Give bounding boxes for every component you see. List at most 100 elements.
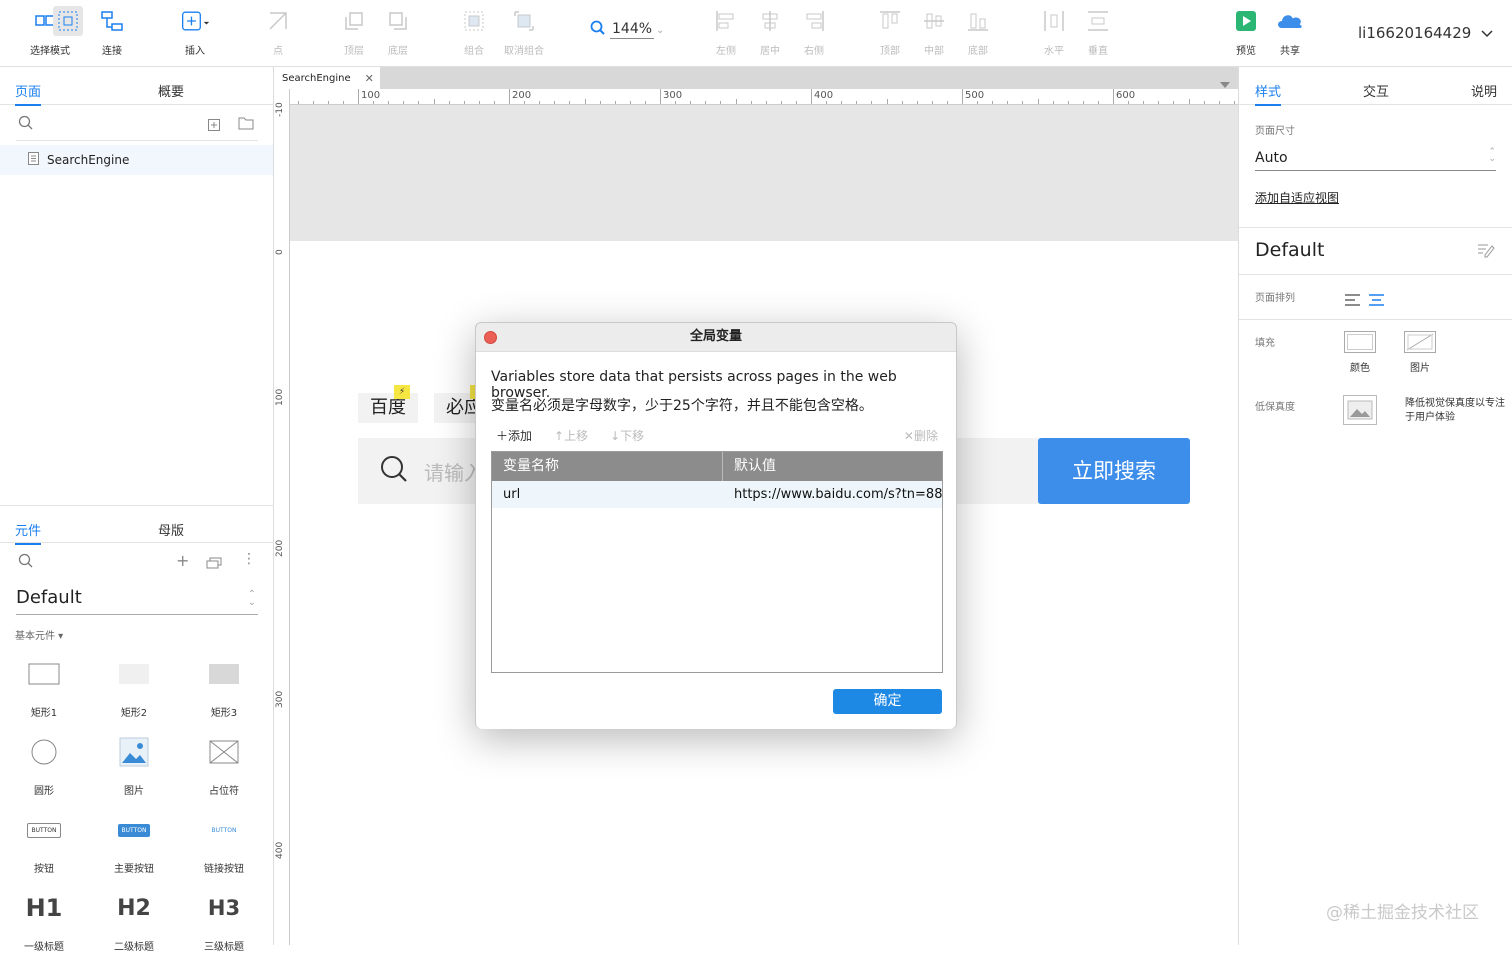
fill-image-button[interactable]: 图片 — [1403, 331, 1437, 374]
circle-icon — [9, 732, 79, 772]
ok-button[interactable]: 确定 — [833, 689, 942, 714]
align-right-button[interactable]: 右侧 — [784, 6, 844, 60]
close-icon[interactable]: ✕ — [365, 72, 374, 85]
insert-button[interactable]: 插入 — [165, 6, 225, 60]
fill-color-label: 颜色 — [1350, 363, 1370, 374]
point-button[interactable]: 点 — [248, 6, 308, 60]
variable-name-cell[interactable]: url — [492, 487, 723, 502]
align-center-icon[interactable] — [1369, 291, 1385, 310]
widget-link-button[interactable]: BUTTON 链接按钮 — [189, 810, 259, 876]
fill-label: 填充 — [1255, 338, 1275, 349]
add-library-icon[interactable]: + — [176, 551, 189, 570]
page-item-searchengine[interactable]: SearchEngine — [0, 145, 273, 175]
heading-3-icon: H3 — [207, 896, 241, 920]
align-right-icon — [799, 6, 829, 36]
page-item-label: SearchEngine — [47, 153, 130, 167]
pages-tabs: 页面 概要 — [0, 67, 274, 106]
widget-heading-3[interactable]: H3 三级标题 — [189, 888, 259, 953]
tab-style[interactable]: 样式 — [1255, 81, 1282, 106]
file-tab-searchengine[interactable]: SearchEngine ✕ — [274, 67, 380, 89]
library-select[interactable]: Default ⌃ ⌄ — [16, 587, 258, 615]
widget-rectangle-2[interactable]: 矩形2 — [99, 654, 169, 719]
tab-widgets[interactable]: 元件 — [15, 520, 42, 545]
add-page-icon[interactable] — [208, 116, 220, 135]
distribute-horizontal-label: 水平 — [1044, 46, 1064, 57]
widget-primary-button[interactable]: BUTTON 主要按钮 — [99, 810, 169, 875]
ruler-label: 400 — [814, 90, 834, 101]
divider — [1239, 319, 1512, 320]
right-panel: 样式 交互 说明 页面尺寸 Auto ⌃ ⌄ 添加自适应视图 Default 页面… — [1238, 67, 1512, 945]
align-left-icon — [711, 6, 741, 36]
horizontal-ruler[interactable]: 100 200 300 400 500 600 — [290, 89, 1238, 105]
share-button[interactable]: 共享 — [1260, 6, 1320, 60]
divider — [1239, 274, 1512, 275]
folder-icon[interactable] — [238, 115, 254, 134]
file-tab-label: SearchEngine — [282, 72, 351, 84]
ruler-label: 500 — [965, 90, 985, 101]
widget-label: 图片 — [124, 786, 144, 797]
ungroup-button[interactable]: 取消组合 — [494, 6, 554, 60]
delete-variable-label: 删除 — [913, 429, 938, 443]
library-stack-icon[interactable] — [206, 554, 222, 573]
align-top-icon — [875, 6, 905, 36]
align-center-icon — [755, 6, 785, 36]
style-name: Default — [1255, 239, 1325, 261]
widget-rectangle-1[interactable]: 矩形1 — [9, 654, 79, 719]
tab-notes[interactable]: 说明 — [1471, 81, 1497, 100]
marquee-icon — [52, 6, 83, 36]
widget-placeholder[interactable]: 占位符 — [189, 732, 259, 797]
page-size-select[interactable]: Auto ⌃ ⌄ — [1255, 147, 1496, 171]
heading-1-icon: H1 — [25, 894, 63, 922]
more-options-icon[interactable]: ⋮ — [242, 551, 256, 567]
distribute-vertical-button[interactable]: 垂直 — [1068, 6, 1128, 60]
variable-default-cell[interactable]: https://www.baidu.com/s?tn=88 — [723, 487, 942, 502]
widget-label: 占位符 — [209, 786, 239, 797]
tab-masters[interactable]: 母版 — [158, 520, 184, 539]
tab-interactions[interactable]: 交互 — [1363, 81, 1389, 100]
bottom-layer-button[interactable]: 底层 — [368, 6, 428, 60]
align-top-label: 顶部 — [880, 46, 900, 57]
search-icon[interactable] — [18, 553, 34, 573]
move-up-button[interactable]: ↑上移 — [554, 427, 588, 444]
account-menu[interactable]: li16620164429 — [1358, 24, 1493, 42]
edit-style-icon[interactable] — [1477, 242, 1495, 262]
widget-heading-1[interactable]: H1 一级标题 — [9, 888, 79, 953]
widget-rectangle-3[interactable]: 矩形3 — [189, 654, 259, 719]
widget-label: 主要按钮 — [114, 864, 154, 875]
image-slash-icon — [1404, 331, 1436, 353]
section-basic-widgets[interactable]: 基本元件 ▾ — [15, 627, 63, 642]
zoom-control[interactable]: 144% ⌄ — [590, 20, 664, 40]
search-submit-button[interactable]: 立即搜索 — [1038, 438, 1190, 504]
table-header: 变量名称 默认值 — [492, 452, 942, 481]
low-fidelity-toggle[interactable] — [1343, 395, 1377, 425]
widget-circle[interactable]: 圆形 — [9, 732, 79, 797]
share-label: 共享 — [1280, 46, 1300, 57]
ungroup-label: 取消组合 — [504, 46, 544, 57]
delete-variable-button[interactable]: ✕删除 — [904, 427, 938, 444]
widget-label: 一级标题 — [24, 942, 64, 953]
align-left-icon[interactable] — [1345, 291, 1361, 310]
tab-pages[interactable]: 页面 — [15, 81, 42, 106]
fill-color-button[interactable]: 颜色 — [1343, 331, 1377, 374]
vertical-ruler[interactable]: -10 0 100 200 300 400 — [274, 89, 290, 945]
align-bottom-button[interactable]: 底部 — [948, 6, 1008, 60]
table-row[interactable]: url https://www.baidu.com/s?tn=88 — [492, 481, 942, 508]
username: li16620164429 — [1358, 24, 1472, 42]
ruler-label: 0 — [275, 249, 285, 255]
widget-image[interactable]: 图片 — [99, 732, 169, 797]
distribute-vertical-icon — [1083, 6, 1113, 36]
add-adaptive-view-link[interactable]: 添加自适应视图 — [1255, 189, 1339, 206]
image-icon — [99, 732, 169, 772]
add-variable-button[interactable]: ＋添加 — [496, 427, 532, 444]
move-down-button[interactable]: ↓下移 — [610, 427, 644, 444]
group-label: 组合 — [464, 46, 484, 57]
tab-outline[interactable]: 概要 — [158, 81, 184, 100]
search-icon[interactable] — [18, 115, 34, 135]
connect-button[interactable]: 连接 — [82, 6, 142, 60]
widget-label: 矩形3 — [210, 708, 238, 719]
align-right-label: 右侧 — [804, 46, 824, 57]
widgets-tabs: 元件 母版 — [0, 505, 274, 545]
widget-heading-2[interactable]: H2 二级标题 — [99, 888, 169, 953]
widget-button[interactable]: BUTTON 按钮 — [9, 810, 79, 875]
plus-icon: ＋ — [496, 429, 509, 443]
